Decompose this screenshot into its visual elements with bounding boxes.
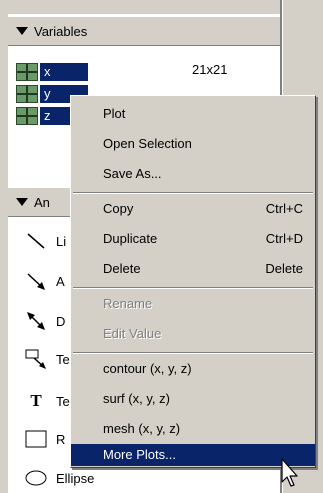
double-arrow-icon	[22, 310, 50, 332]
menu-item-label: Delete	[103, 261, 141, 276]
annotation-label: A	[56, 273, 65, 289]
collapse-triangle-icon	[16, 198, 28, 206]
menu-item-rename: Rename	[103, 296, 153, 311]
menu-shortcut: Delete	[265, 261, 303, 276]
annotation-arrow[interactable]: A	[22, 266, 65, 296]
top-strip	[8, 0, 280, 14]
annotation-line[interactable]: Li	[22, 226, 66, 256]
text-arrow-icon	[22, 348, 50, 370]
menu-item-copy[interactable]: Copy Ctrl+C	[71, 194, 315, 224]
rectangle-icon	[22, 428, 50, 450]
menu-item-open-selection[interactable]: Open Selection	[71, 129, 315, 159]
annotation-label: D	[56, 313, 66, 329]
collapse-triangle-icon	[16, 27, 28, 35]
menu-item-surf[interactable]: surf (x, y, z)	[71, 384, 315, 414]
annotation-label: Ellipse	[56, 470, 95, 486]
menu-item-duplicate[interactable]: Duplicate Ctrl+D	[71, 224, 315, 254]
annotation-label: R	[56, 431, 66, 447]
arrow-icon	[22, 270, 50, 292]
variable-size: 21x21	[192, 62, 228, 77]
annotation-label: Te	[56, 351, 70, 367]
menu-item-label: Duplicate	[103, 231, 158, 246]
annotation-rectangle[interactable]: R	[22, 424, 65, 454]
annotation-double-arrow[interactable]: D	[22, 306, 65, 336]
variable-name: x	[40, 63, 88, 81]
line-icon	[22, 230, 50, 252]
annotations-header-label: An	[34, 194, 50, 210]
variables-section-header[interactable]: Variables	[8, 16, 280, 46]
menu-shortcut: Ctrl+D	[265, 231, 303, 246]
menu-item-plot[interactable]: Plot	[71, 99, 315, 129]
menu-item-more-plots[interactable]: More Plots...	[71, 444, 315, 466]
menu-item-contour[interactable]: contour (x, y, z)	[71, 354, 315, 384]
matrix-icon	[16, 107, 38, 125]
matrix-icon	[16, 63, 38, 81]
annotation-label: Li	[56, 233, 67, 249]
menu-shortcut: Ctrl+C	[265, 201, 303, 216]
annotation-text-arrow[interactable]: Te	[22, 344, 70, 374]
menu-item-mesh[interactable]: mesh (x, y, z)	[71, 414, 315, 444]
mouse-pointer-icon	[280, 458, 300, 491]
variable-row-x[interactable]: x	[16, 61, 88, 83]
annotation-text[interactable]: T Te	[22, 386, 70, 416]
menu-item-edit-value: Edit Value	[103, 326, 162, 341]
variables-header-label: Variables	[34, 23, 88, 39]
text-icon: T	[30, 391, 42, 410]
context-menu: Plot Open Selection Save As... Copy Ctrl…	[70, 95, 316, 468]
annotation-label: Te	[56, 393, 70, 409]
menu-item-delete[interactable]: Delete Delete	[71, 254, 315, 284]
menu-item-label: Copy	[103, 201, 134, 216]
ellipse-icon	[22, 467, 50, 489]
menu-item-save-as[interactable]: Save As...	[71, 159, 315, 189]
matrix-icon	[16, 85, 38, 103]
